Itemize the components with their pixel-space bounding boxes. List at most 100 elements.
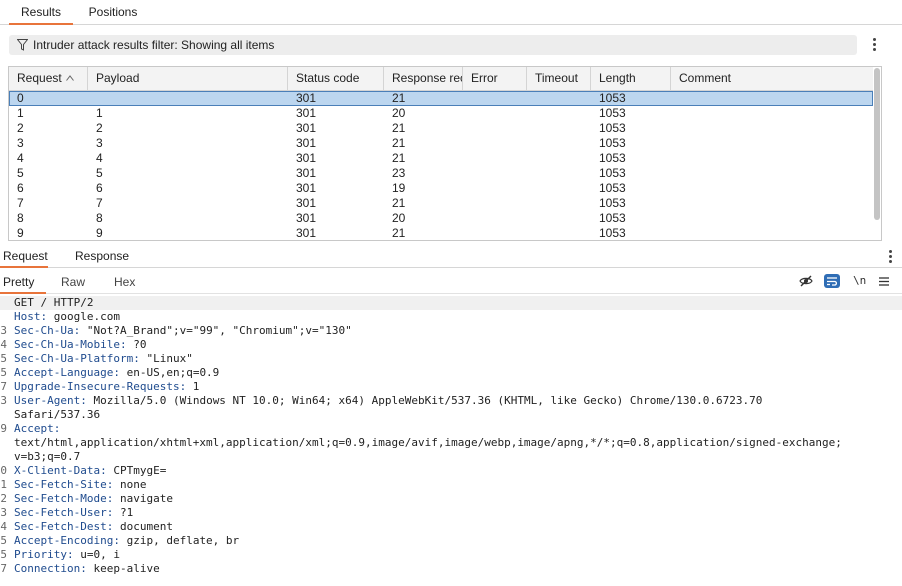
column-header-response-received[interactable]: Response rec... xyxy=(384,67,463,91)
line-number: 1 xyxy=(0,478,7,491)
cell-timeout xyxy=(527,136,591,151)
tab-pretty[interactable]: Pretty xyxy=(0,270,46,294)
cell-error xyxy=(463,166,527,181)
cell-response-received: 21 xyxy=(392,226,406,240)
cell-error xyxy=(463,226,527,240)
header-name: Sec-Ch-Ua-Mobile: xyxy=(14,338,127,351)
table-row[interactable]: 5 5 301 23 1053 xyxy=(9,166,873,181)
column-header-length[interactable]: Length xyxy=(591,67,671,91)
tab-request[interactable]: Request xyxy=(0,246,48,268)
table-scrollbar[interactable] xyxy=(874,68,880,220)
code-text: Safari/537.36 xyxy=(14,408,100,422)
code-line: 5 Sec-Ch-Ua-Platform: "Linux" xyxy=(0,352,902,366)
code-text: Sec-Fetch-Dest: document xyxy=(14,520,173,534)
table-row[interactable]: 0 301 21 1053 xyxy=(9,91,873,106)
code-line: 9 Accept: xyxy=(0,422,902,436)
cell-error xyxy=(463,196,527,211)
request-editor[interactable]: GET / HTTP/2 Host: google.com 3 Sec-Ch-Ua: … xyxy=(0,295,902,586)
column-header-comment[interactable]: Comment xyxy=(671,67,873,91)
table-row[interactable]: 7 7 301 21 1053 xyxy=(9,196,873,211)
cell-length: 1053 xyxy=(599,181,626,195)
cell-error xyxy=(463,91,527,106)
code-line: text/html,application/xhtml+xml,applicat… xyxy=(0,436,902,450)
results-filter-bar[interactable]: Intruder attack results filter: Showing … xyxy=(9,35,857,55)
column-header-request[interactable]: Request xyxy=(9,67,88,91)
column-header-payload[interactable]: Payload xyxy=(88,67,288,91)
tab-positions[interactable]: Positions xyxy=(79,0,147,25)
cell-status-code: 301 xyxy=(296,121,317,135)
cell-comment xyxy=(671,151,873,166)
header-value: Safari/537.36 xyxy=(14,408,101,421)
table-row[interactable]: 1 1 301 20 1053 xyxy=(9,106,873,121)
tab-results[interactable]: Results xyxy=(9,0,73,25)
cell-timeout xyxy=(527,166,591,181)
header-name: User-Agent: xyxy=(14,394,87,407)
cell-timeout xyxy=(527,106,591,121)
code-text: Accept-Language: en-US,en;q=0.9 xyxy=(14,366,219,380)
cell-timeout xyxy=(527,196,591,211)
header-value: ?1 xyxy=(113,506,134,519)
cell-request: 7 xyxy=(17,196,24,210)
code-text: Accept-Encoding: gzip, deflate, br xyxy=(14,534,239,548)
code-line: 7 Connection: keep-alive xyxy=(0,562,902,576)
column-header-timeout[interactable]: Timeout xyxy=(527,67,591,91)
cell-request: 2 xyxy=(17,121,24,135)
header-name: Accept-Encoding: xyxy=(14,534,120,547)
cell-length: 1053 xyxy=(599,91,626,105)
line-number: 7 xyxy=(0,562,7,575)
column-header-status-code[interactable]: Status code xyxy=(288,67,384,91)
cell-payload: 1 xyxy=(96,106,103,120)
menu-icon[interactable] xyxy=(879,274,889,288)
cell-status-code: 301 xyxy=(296,181,317,195)
header-value: CPTmygE= xyxy=(106,464,167,477)
eye-slash-icon[interactable] xyxy=(799,274,813,288)
table-row[interactable]: 6 6 301 19 1053 xyxy=(9,181,873,196)
header-name: Connection: xyxy=(14,562,87,575)
line-number: 9 xyxy=(0,422,7,435)
header-name: Sec-Fetch-Site: xyxy=(14,478,114,491)
table-header: Request Payload Status code Response rec… xyxy=(9,67,873,91)
header-name: Sec-Ch-Ua: xyxy=(14,324,81,337)
code-line: 1 Sec-Fetch-Site: none xyxy=(0,478,902,492)
message-tab-bar: Request Response xyxy=(0,246,902,268)
filter-text: Intruder attack results filter: Showing … xyxy=(33,38,275,52)
sort-ascending-icon xyxy=(65,75,74,81)
cell-status-code: 301 xyxy=(296,91,317,105)
cell-timeout xyxy=(527,181,591,196)
column-header-error[interactable]: Error xyxy=(463,67,527,91)
table-row[interactable]: 3 3 301 21 1053 xyxy=(9,136,873,151)
table-row[interactable]: 8 8 301 20 1053 xyxy=(9,211,873,226)
header-name: Upgrade-Insecure-Requests: xyxy=(14,380,187,393)
cell-length: 1053 xyxy=(599,151,626,165)
message-menu-icon[interactable] xyxy=(885,250,895,264)
top-tab-bar: Results Positions xyxy=(0,0,902,25)
header-value: google.com xyxy=(47,310,120,323)
cell-status-code: 301 xyxy=(296,196,317,210)
wrap-text-icon[interactable] xyxy=(824,274,840,288)
code-line: 5 Priority: u=0, i xyxy=(0,548,902,562)
cell-request: 5 xyxy=(17,166,24,180)
tab-response[interactable]: Response xyxy=(75,246,129,268)
newline-icon[interactable]: \n xyxy=(853,274,866,288)
cell-timeout xyxy=(527,211,591,226)
table-row[interactable]: 9 9 301 21 1053 xyxy=(9,226,873,240)
code-line: Host: google.com xyxy=(0,310,902,324)
code-text: text/html,application/xhtml+xml,applicat… xyxy=(14,436,842,450)
code-text: Upgrade-Insecure-Requests: 1 xyxy=(14,380,199,394)
table-row[interactable]: 2 2 301 21 1053 xyxy=(9,121,873,136)
code-text: Priority: u=0, i xyxy=(14,548,120,562)
code-text: Host: google.com xyxy=(14,310,120,324)
header-name: Sec-Fetch-Mode: xyxy=(14,492,114,505)
header-name: Sec-Fetch-User: xyxy=(14,506,114,519)
cell-comment xyxy=(671,166,873,181)
tab-raw[interactable]: Raw xyxy=(61,270,85,294)
code-line: 5 Accept-Language: en-US,en;q=0.9 xyxy=(0,366,902,380)
cell-error xyxy=(463,211,527,226)
code-text: Sec-Fetch-Mode: navigate xyxy=(14,492,173,506)
header-value: document xyxy=(113,520,173,533)
filter-menu-icon[interactable] xyxy=(869,38,879,52)
tab-hex[interactable]: Hex xyxy=(114,270,135,294)
table-row[interactable]: 4 4 301 21 1053 xyxy=(9,151,873,166)
header-name: Sec-Fetch-Dest: xyxy=(14,520,114,533)
cell-response-received: 20 xyxy=(392,211,406,225)
